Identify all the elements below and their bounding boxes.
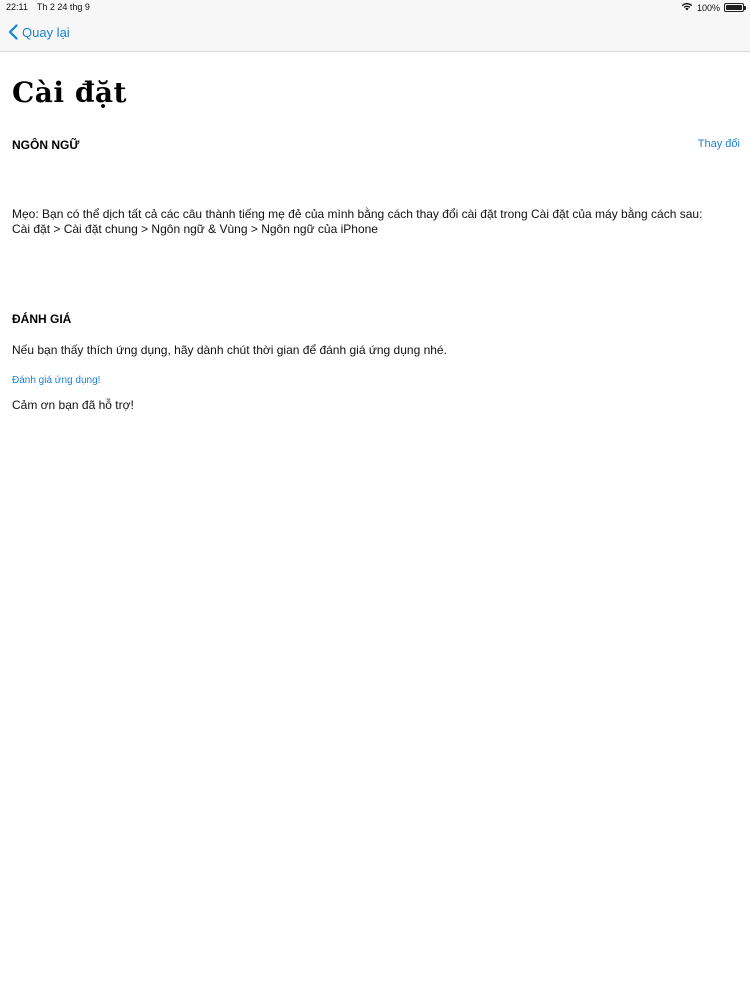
battery-percent: 100% xyxy=(696,2,720,13)
navigation-bar: Quay lại xyxy=(0,16,750,52)
status-bar: 22:11 Th 2 24 thg 9 100% xyxy=(0,0,750,16)
back-button[interactable]: Quay lại xyxy=(8,24,70,40)
settings-page: 22:11 Th 2 24 thg 9 100% Quay lại Cài đặ… xyxy=(0,0,750,1000)
status-left: 22:11 Th 2 24 thg 9 xyxy=(6,2,90,12)
thanks-text: Cảm ơn bạn đã hỗ trợ! xyxy=(12,398,134,412)
status-time: 22:11 xyxy=(6,2,28,12)
language-section-header: NGÔN NGỮ xyxy=(12,138,80,152)
battery-fill xyxy=(726,5,742,10)
language-tip-path: Cài đặt > Cài đặt chung > Ngôn ngữ & Vùn… xyxy=(12,222,378,236)
language-tip: Mẹo: Bạn có thể dịch tất cả các câu thàn… xyxy=(12,207,747,237)
review-section-header: ĐÁNH GIÁ xyxy=(12,312,72,326)
status-right: 100% xyxy=(681,2,746,13)
wifi-icon xyxy=(681,2,693,13)
change-language-button[interactable]: Thay đổi xyxy=(698,138,740,150)
chevron-left-icon xyxy=(8,24,18,40)
rate-app-link[interactable]: Đánh giá ứng dụng! xyxy=(12,375,100,386)
battery-icon xyxy=(724,3,746,12)
back-button-label: Quay lại xyxy=(22,24,70,40)
language-tip-line1: Mẹo: Bạn có thể dịch tất cả các câu thàn… xyxy=(12,207,703,221)
review-prompt: Nếu bạn thấy thích ứng dụng, hãy dành ch… xyxy=(12,343,447,357)
status-date: Th 2 24 thg 9 xyxy=(36,2,90,12)
page-title: Cài đặt xyxy=(12,76,127,109)
